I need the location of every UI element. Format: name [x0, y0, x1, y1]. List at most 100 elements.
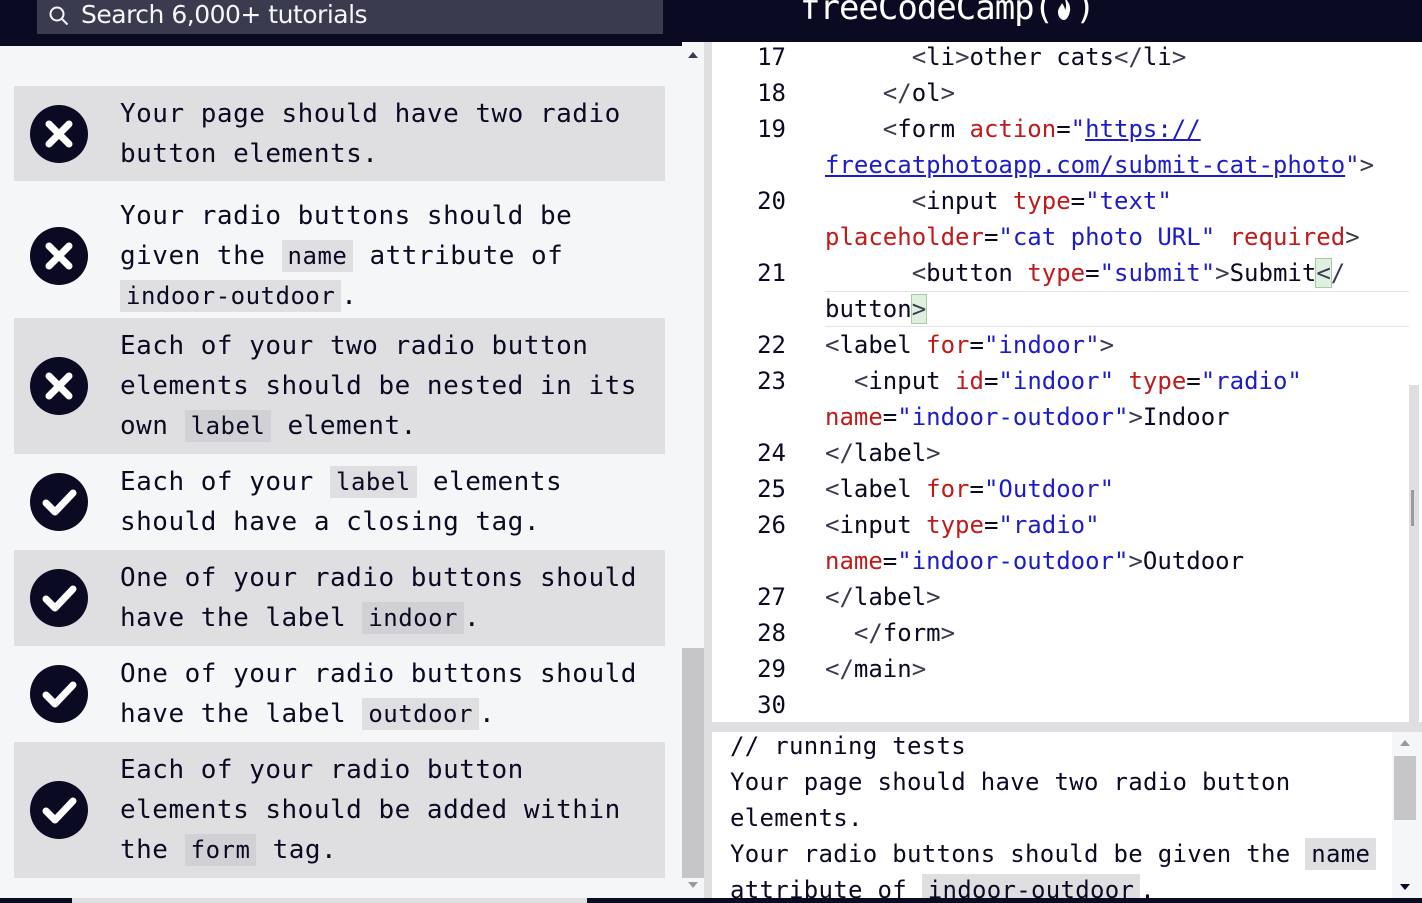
code-tag-name: input — [839, 511, 912, 539]
console-scroll-down-icon[interactable] — [1400, 884, 1410, 890]
console-divider[interactable] — [712, 722, 1422, 732]
code-line[interactable]: <button type="submit">Submit</ — [825, 258, 1345, 288]
line-number: 18 — [757, 79, 786, 107]
test-item-fail: Your page should have two radio button e… — [14, 86, 665, 181]
line-number: 24 — [757, 439, 786, 467]
console-text: // running tests — [730, 732, 966, 760]
editor-scroll-thumb[interactable] — [1409, 385, 1419, 722]
code-editor[interactable]: 17 18 19 20 21 22 23 24 25 26 27 28 29 30 <li>other c… — [712, 42, 1409, 722]
code-line[interactable]: <input type="radio" — [825, 511, 1100, 539]
matched-bracket: < — [1315, 258, 1332, 288]
code-punctuation: </ — [825, 655, 854, 683]
console-line: // running tests — [730, 732, 966, 760]
test-description: One of your radio buttons should have th… — [120, 654, 649, 734]
x-circle-icon — [30, 357, 88, 415]
code-punctuation: > — [926, 439, 941, 467]
code-line[interactable]: </form> — [825, 619, 955, 647]
search-input[interactable]: Search 6,000+ tutorials — [81, 0, 368, 30]
code-string: "indoor" — [998, 367, 1115, 395]
code-punctuation: > — [1345, 223, 1360, 251]
code-line[interactable]: <input id="indoor" type="radio" — [825, 367, 1302, 395]
code-tag-name: ol — [911, 79, 941, 107]
code-line[interactable]: name="indoor-outdoor">Outdoor — [825, 547, 1244, 575]
test-item-pass: Each of your radio button elements shoul… — [14, 742, 665, 878]
code-punctuation: </ — [825, 619, 883, 647]
line-number: 19 — [757, 115, 786, 143]
test-text-fragment: attribute of — [353, 240, 564, 271]
line-number: 25 — [757, 475, 786, 503]
line-number: 27 — [757, 583, 786, 611]
code-line[interactable]: name="indoor-outdoor">Indoor — [825, 403, 1230, 431]
inline-code: outdoor — [362, 698, 479, 730]
line-number: 26 — [757, 511, 786, 539]
code-line[interactable]: <label for="Outdoor" — [825, 475, 1114, 503]
code-punctuation: > — [1128, 547, 1143, 575]
code-line[interactable]: <input type="text" — [825, 187, 1172, 215]
test-text-fragment: Each of your — [120, 467, 330, 497]
instructions-scrollbar[interactable] — [682, 42, 704, 903]
code-tag-name: label — [853, 583, 927, 611]
code-string: "indoor" — [983, 331, 1100, 359]
console-scroll-thumb[interactable] — [1394, 756, 1416, 820]
inline-code: label — [184, 410, 272, 442]
code-line[interactable]: </ol> — [825, 79, 955, 107]
test-description: Each of your radio button elements shoul… — [120, 750, 649, 870]
test-text-fragment: element. — [271, 411, 417, 441]
code-line[interactable]: placeholder="cat photo URL" required> — [825, 223, 1360, 251]
editor-scrollbar[interactable] — [1409, 42, 1422, 722]
code-string: "submit" — [1099, 259, 1216, 287]
console-scroll-up-icon[interactable] — [1400, 740, 1410, 746]
code-line[interactable]: </main> — [825, 655, 926, 683]
test-description: Your radio buttons should be given the n… — [120, 196, 649, 316]
search-bar[interactable]: Search 6,000+ tutorials — [37, 0, 663, 34]
code-string: "radio" — [998, 511, 1100, 539]
line-number: 22 — [757, 331, 786, 359]
code-attribute: type — [1128, 367, 1187, 395]
output-console: // running tests Your page should have tw… — [712, 732, 1392, 903]
test-text-fragment: . — [341, 280, 358, 311]
code-punctuation: > — [911, 655, 927, 683]
check-circle-icon — [30, 569, 88, 627]
code-line[interactable]: </label> — [825, 439, 941, 467]
code-attribute: for — [926, 475, 970, 503]
scroll-thumb[interactable] — [682, 648, 704, 878]
code-string: "radio" — [1200, 367, 1302, 395]
bottom-bar — [0, 898, 1422, 903]
code-punctuation: < — [825, 511, 840, 539]
code-line[interactable]: <label for="indoor"> — [825, 331, 1114, 359]
test-text-fragment: . — [478, 699, 496, 729]
scroll-up-arrow-icon[interactable] — [688, 52, 698, 58]
code-tag-name: button — [926, 259, 1013, 287]
inline-code: name — [1305, 838, 1377, 870]
console-text: elements. — [730, 804, 863, 832]
test-item-fail: Your radio buttons should be given the n… — [14, 187, 665, 324]
code-punctuation: < — [825, 331, 840, 359]
test-text-fragment: . — [464, 603, 481, 633]
code-punctuation: > — [1171, 43, 1187, 71]
console-scrollbar[interactable] — [1392, 732, 1422, 903]
line-number: 20 — [757, 187, 786, 215]
code-string: "text" — [1085, 187, 1172, 215]
code-text: = — [983, 511, 999, 539]
code-line[interactable]: <li>other cats</li> — [825, 43, 1187, 71]
pane-divider[interactable] — [704, 42, 712, 903]
code-attribute: type — [1012, 187, 1071, 215]
brand-text: freeCodeCamp — [800, 0, 1035, 28]
code-punctuation: < — [825, 367, 869, 395]
code-string: " — [1070, 115, 1086, 143]
inline-code: name — [281, 239, 354, 272]
brand-logo[interactable]: freeCodeCamp() — [800, 0, 1096, 28]
code-line[interactable]: <form action="https:// — [825, 115, 1201, 143]
code-text: = — [882, 403, 898, 431]
code-text: = — [1085, 259, 1100, 287]
scroll-down-arrow-icon[interactable] — [688, 882, 698, 888]
code-punctuation: > — [1215, 259, 1230, 287]
search-icon — [49, 6, 69, 26]
code-line[interactable]: freecatphotoapp.com/submit-cat-photo"> — [825, 151, 1374, 179]
line-number: 21 — [757, 259, 786, 287]
code-line[interactable]: button> — [825, 294, 928, 324]
code-line[interactable]: </label> — [825, 583, 941, 611]
